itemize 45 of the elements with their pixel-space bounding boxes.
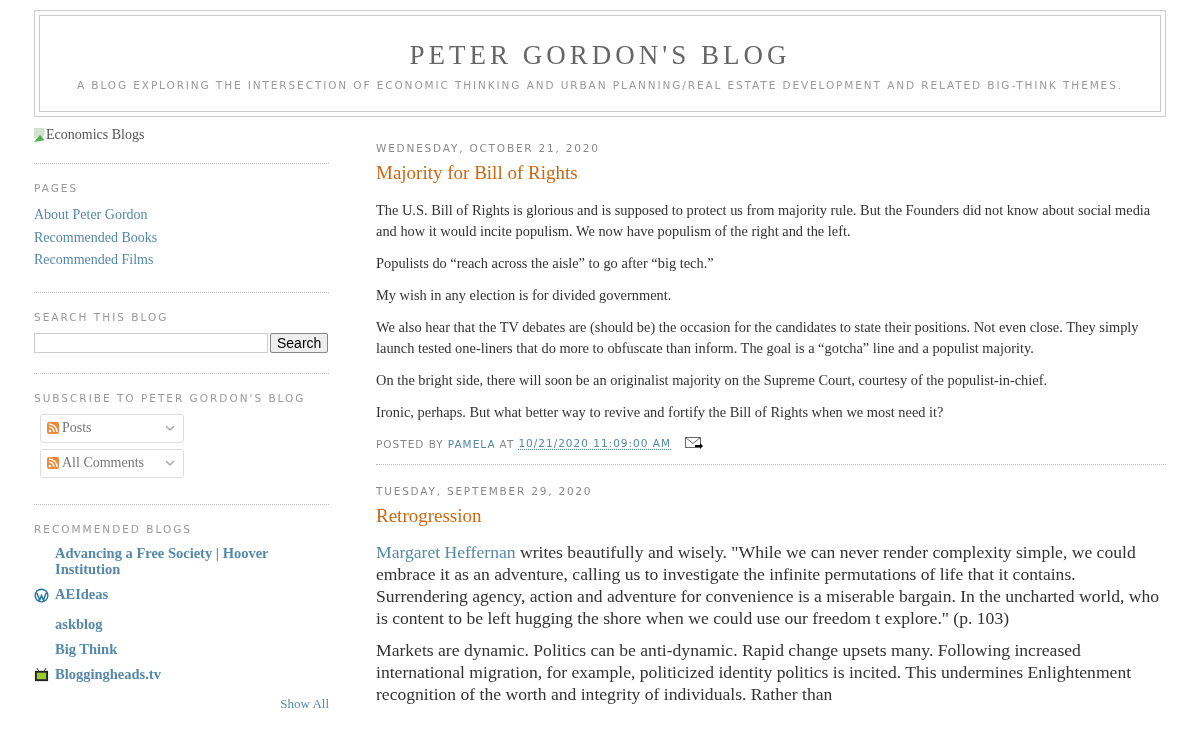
page-link[interactable]: Recommended Films — [34, 249, 154, 272]
chevron-down-icon — [165, 424, 175, 431]
post-paragraph: My wish in any election is for divided government. — [376, 286, 673, 305]
post-paragraph: Margaret Heffernan writes beautifully and wisely. "While we can never render complexity simple, we could embrace it as an adventure, calling us to investigate the infinite permutations of life that it contains. Surrendering agency, action and adventure for convenience is a miserable bargain. In the uncharted world, who is content to be left hugging the shore when we could use our freedom t explore." (p. 103) — [376, 541, 1161, 629]
widget-heading: SUBSCRIBE TO PETER GORDON'S BLOG — [34, 391, 307, 404]
widget-heading: RECOMMENDED BLOGS — [34, 522, 194, 535]
page-link[interactable]: About Peter Gordon — [34, 204, 148, 227]
subscribe-dropdown[interactable]: All Comments — [40, 448, 184, 478]
broken-image-icon — [34, 128, 48, 142]
search-button[interactable]: Search — [270, 332, 329, 353]
timestamp-link[interactable]: 10/21/2020 11:09:00 AM — [518, 437, 671, 450]
post-paragraph: The U.S. Bill of Rights is glorious and is supposed to protect us from majority rule. But the Founders did not know about social media and how it would incite populism. We now have populism of the right and the left. — [376, 201, 1152, 241]
at-label: AT — [499, 437, 515, 450]
post-date: WEDNESDAY, OCTOBER 21, 2020 — [376, 142, 601, 154]
post-paragraph: Populists do “reach across the aisle” to go after “big tech.” — [376, 254, 715, 273]
page-link[interactable]: Recommended Books — [34, 226, 158, 249]
blog-link[interactable]: Bloggingheads.tv — [55, 665, 305, 682]
tv-icon — [34, 667, 49, 683]
image-alt-text: Economics Blogs — [46, 127, 145, 143]
post-title[interactable]: Majority for Bill of Rights — [376, 162, 1166, 184]
email-post-icon[interactable] — [685, 437, 703, 450]
widget-heading: SEARCH THIS BLOG — [34, 310, 170, 323]
post-paragraph: On the bright side, there will soon be an originalist majority on the Supreme Court, courtesy of the populist-in-chief. — [376, 371, 1049, 390]
post-paragraph: Ironic, perhaps. But what better way to revive and fortify the Bill of Rights when we most need it? — [376, 403, 945, 422]
blog-link[interactable]: Big Think — [55, 640, 305, 657]
widget-heading: PAGES — [34, 182, 80, 194]
blog-link[interactable]: Advancing a Free Society | Hoover Institution — [55, 544, 305, 577]
blog-description: A BLOG EXPLORING THE INTERSECTION OF ECONOMIC THINKING AND URBAN PLANNING/REAL ESTATE DEVELOPMENT AND RELATED BIG-THINK THEMES. — [76, 79, 1124, 91]
blog-title[interactable]: PETER GORDON'S BLOG — [40, 40, 1160, 71]
rss-icon — [47, 456, 59, 469]
posted-by-label: POSTED BY — [376, 437, 444, 450]
subscribe-dropdown[interactable]: Posts — [40, 413, 184, 443]
post-paragraph: Markets are dynamic. Politics can be anti-dynamic. Rapid change upsets many. Following increased international migration, for example, politicized identity politics is incited. This undermines Enlightenment recognition of the worth and integrity of individuals. Rather than — [376, 639, 1133, 705]
author-link[interactable]: Margaret Heffernan — [376, 542, 516, 562]
blog-link[interactable]: AEIdeas — [55, 585, 305, 602]
chevron-down-icon — [165, 459, 175, 466]
post-paragraph: We also hear that the TV debates are (should be) the occasion for the candidates to state their positions. Not even close. They simply launch tested one-liners that do more to obfuscate than inform. The goal is a “gotcha” line and a populist majority. — [376, 318, 1140, 358]
post-date: TUESDAY, SEPTEMBER 29, 2020 — [376, 485, 594, 497]
rss-icon — [47, 421, 59, 434]
wordpress-icon — [34, 587, 49, 603]
search-field[interactable] — [34, 332, 268, 353]
author-link[interactable]: PAMELA — [447, 437, 496, 450]
show-all-link[interactable]: Show All — [280, 695, 329, 712]
post-title[interactable]: Retrogression — [376, 505, 1166, 527]
blog-link[interactable]: askblog — [55, 615, 305, 632]
